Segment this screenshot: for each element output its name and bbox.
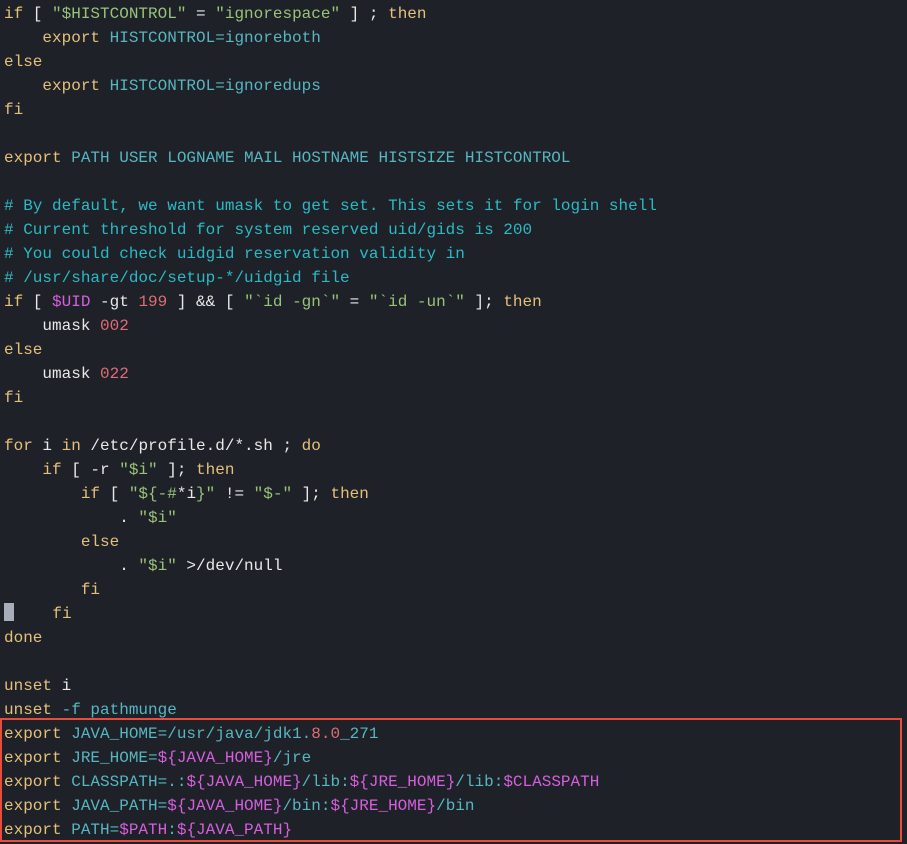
code-line: else [4, 530, 903, 554]
code-line: else [4, 338, 903, 362]
code-line: export PATH=$PATH:${JAVA_PATH} [4, 818, 903, 842]
code-line: # By default, we want umask to get set. … [4, 194, 903, 218]
code-line [4, 122, 903, 146]
code-line: done [4, 626, 903, 650]
code-line: umask 022 [4, 362, 903, 386]
code-line [4, 650, 903, 674]
code-line: fi [4, 602, 903, 626]
code-line: # Current threshold for system reserved … [4, 218, 903, 242]
code-line: . "$i" >/dev/null [4, 554, 903, 578]
code-line: if [ "${-#*i}" != "$-" ]; then [4, 482, 903, 506]
code-line: export JAVA_HOME=/usr/java/jdk1.8.0_271 [4, 722, 903, 746]
code-line: fi [4, 386, 903, 410]
code-line: export HISTCONTROL=ignoredups [4, 74, 903, 98]
text-cursor [4, 603, 14, 621]
code-line: unset i [4, 674, 903, 698]
code-line: . "$i" [4, 506, 903, 530]
code-editor[interactable]: if [ "$HISTCONTROL" = "ignorespace" ] ; … [0, 0, 907, 844]
code-line [4, 410, 903, 434]
code-line [4, 170, 903, 194]
code-line: fi [4, 578, 903, 602]
code-line: # You could check uidgid reservation val… [4, 242, 903, 266]
code-line: if [ -r "$i" ]; then [4, 458, 903, 482]
code-line: unset -f pathmunge [4, 698, 903, 722]
code-line: export JAVA_PATH=${JAVA_HOME}/bin:${JRE_… [4, 794, 903, 818]
code-line: export HISTCONTROL=ignoreboth [4, 26, 903, 50]
code-line: export PATH USER LOGNAME MAIL HOSTNAME H… [4, 146, 903, 170]
code-line: if [ $UID -gt 199 ] && [ "`id -gn`" = "`… [4, 290, 903, 314]
code-line: umask 002 [4, 314, 903, 338]
code-line: fi [4, 98, 903, 122]
code-line: # /usr/share/doc/setup-*/uidgid file [4, 266, 903, 290]
code-line: export CLASSPATH=.:${JAVA_HOME}/lib:${JR… [4, 770, 903, 794]
code-line: if [ "$HISTCONTROL" = "ignorespace" ] ; … [4, 2, 903, 26]
code-line: export JRE_HOME=${JAVA_HOME}/jre [4, 746, 903, 770]
code-line: else [4, 50, 903, 74]
code-line: for i in /etc/profile.d/*.sh ; do [4, 434, 903, 458]
